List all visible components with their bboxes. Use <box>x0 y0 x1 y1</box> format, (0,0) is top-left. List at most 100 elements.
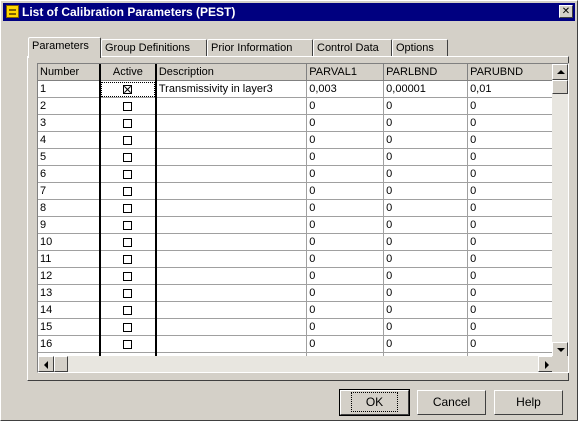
description-cell[interactable] <box>155 301 308 319</box>
active-cell[interactable] <box>98 267 157 285</box>
active-cell[interactable] <box>98 318 157 336</box>
description-cell[interactable] <box>155 97 308 115</box>
description-cell[interactable] <box>155 165 308 183</box>
active-cell[interactable] <box>98 335 157 353</box>
checkbox-icon[interactable] <box>123 169 133 179</box>
parlbnd-cell[interactable]: 0 <box>383 233 469 251</box>
help-button[interactable]: Help <box>494 390 563 415</box>
description-cell[interactable] <box>155 199 308 217</box>
tab-parameters[interactable]: Parameters <box>28 37 101 58</box>
checkbox-icon[interactable] <box>123 254 133 264</box>
active-cell[interactable] <box>98 233 157 251</box>
parubnd-cell[interactable]: 0 <box>467 165 554 183</box>
number-cell[interactable]: 12 <box>38 267 101 285</box>
parval1-cell[interactable]: 0 <box>306 335 385 353</box>
checkbox-icon[interactable] <box>123 288 133 298</box>
description-cell[interactable] <box>155 216 308 234</box>
parameters-grid[interactable]: Number Active Description PARVAL1 PARLBN… <box>37 63 569 373</box>
parubnd-cell[interactable]: 0 <box>467 199 554 217</box>
parval1-cell[interactable]: 0 <box>306 250 385 268</box>
cancel-button[interactable]: Cancel <box>417 390 486 415</box>
number-cell[interactable]: 11 <box>38 250 101 268</box>
number-cell[interactable]: 16 <box>38 335 101 353</box>
ok-button[interactable]: OK <box>339 389 410 416</box>
parval1-cell[interactable]: 0 <box>306 97 385 115</box>
number-cell[interactable]: 6 <box>38 165 101 183</box>
vertical-scrollbar[interactable] <box>552 64 568 358</box>
parlbnd-cell[interactable]: 0,00001 <box>383 80 469 98</box>
parubnd-cell[interactable]: 0 <box>467 148 554 166</box>
parubnd-cell[interactable]: 0 <box>467 182 554 200</box>
active-cell[interactable] <box>98 165 157 183</box>
parubnd-cell[interactable]: 0 <box>467 284 554 302</box>
header-parval1[interactable]: PARVAL1 <box>306 64 385 81</box>
number-cell[interactable]: 3 <box>38 114 101 132</box>
number-cell[interactable]: 7 <box>38 182 101 200</box>
table-row[interactable]: 2000 <box>38 97 554 115</box>
parubnd-cell[interactable]: 0 <box>467 335 554 353</box>
horizontal-scroll-thumb[interactable] <box>54 356 68 372</box>
parval1-cell[interactable]: 0 <box>306 267 385 285</box>
description-cell[interactable] <box>155 267 308 285</box>
description-cell[interactable] <box>155 318 308 336</box>
number-cell[interactable]: 5 <box>38 148 101 166</box>
header-description[interactable]: Description <box>155 64 308 81</box>
parval1-cell[interactable]: 0 <box>306 165 385 183</box>
description-cell[interactable]: Transmissivity in layer3 <box>155 80 308 98</box>
parlbnd-cell[interactable]: 0 <box>383 97 469 115</box>
number-cell[interactable]: 1 <box>38 80 101 98</box>
number-cell[interactable]: 13 <box>38 284 101 302</box>
title-bar[interactable]: List of Calibration Parameters (PEST) ✕ <box>3 3 575 21</box>
table-row[interactable]: 5000 <box>38 148 554 166</box>
number-cell[interactable]: 10 <box>38 233 101 251</box>
parlbnd-cell[interactable]: 0 <box>383 250 469 268</box>
parlbnd-cell[interactable]: 0 <box>383 335 469 353</box>
parubnd-cell[interactable]: 0 <box>467 114 554 132</box>
tab-options[interactable]: Options <box>392 39 448 56</box>
header-number[interactable]: Number <box>38 64 101 81</box>
vertical-scroll-thumb[interactable] <box>552 80 568 94</box>
tab-prior-information[interactable]: Prior Information <box>207 39 313 56</box>
table-row[interactable]: 15 0 0 0 <box>38 318 554 336</box>
parubnd-cell[interactable]: 0 <box>467 301 554 319</box>
number-cell[interactable]: 2 <box>38 97 101 115</box>
parubnd-cell[interactable]: 0 <box>467 97 554 115</box>
scroll-up-button[interactable] <box>552 64 568 80</box>
parval1-cell[interactable]: 0 <box>306 284 385 302</box>
checkbox-icon[interactable] <box>123 339 133 349</box>
active-cell[interactable] <box>98 182 157 200</box>
table-row[interactable]: 14 0 0 0 <box>38 301 554 319</box>
table-row[interactable]: 1 Transmissivity in layer3 0,003 0,00001 0,0… <box>38 80 554 98</box>
table-row[interactable]: 9000 <box>38 216 554 234</box>
parlbnd-cell[interactable]: 0 <box>383 114 469 132</box>
table-row[interactable]: 13 0 0 0 <box>38 284 554 302</box>
active-cell[interactable] <box>98 301 157 319</box>
active-cell[interactable] <box>98 97 157 115</box>
description-cell[interactable] <box>155 114 308 132</box>
table-row[interactable]: 7000 <box>38 182 554 200</box>
parubnd-cell[interactable]: 0 <box>467 233 554 251</box>
horizontal-scrollbar[interactable] <box>38 356 554 372</box>
parval1-cell[interactable]: 0 <box>306 216 385 234</box>
table-row[interactable]: 3000 <box>38 114 554 132</box>
parlbnd-cell[interactable]: 0 <box>383 131 469 149</box>
parubnd-cell[interactable]: 0,01 <box>467 80 554 98</box>
number-cell[interactable]: 4 <box>38 131 101 149</box>
table-row[interactable]: 6000 <box>38 165 554 183</box>
description-cell[interactable] <box>155 233 308 251</box>
checkbox-icon[interactable] <box>123 152 133 162</box>
parval1-cell[interactable]: 0 <box>306 148 385 166</box>
table-row[interactable]: 8000 <box>38 199 554 217</box>
active-cell[interactable] <box>98 216 157 234</box>
active-cell[interactable] <box>98 199 157 217</box>
table-row[interactable]: 11 0 0 0 <box>38 250 554 268</box>
parlbnd-cell[interactable]: 0 <box>383 199 469 217</box>
parubnd-cell[interactable]: 0 <box>467 250 554 268</box>
table-row[interactable]: 4000 <box>38 131 554 149</box>
parubnd-cell[interactable]: 0 <box>467 131 554 149</box>
checkbox-icon[interactable] <box>123 322 133 332</box>
close-button[interactable]: ✕ <box>559 5 573 18</box>
checkbox-checked-icon[interactable] <box>123 84 133 94</box>
description-cell[interactable] <box>155 148 308 166</box>
parubnd-cell[interactable]: 0 <box>467 216 554 234</box>
